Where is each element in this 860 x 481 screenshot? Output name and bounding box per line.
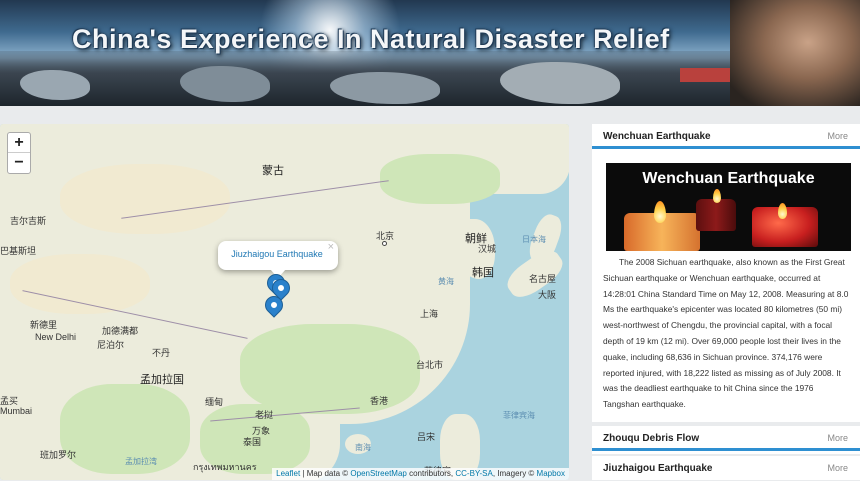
map-desert-tibet xyxy=(10,254,150,314)
map-label-hongkong: 香港 xyxy=(370,396,389,406)
map-label-luzon: 吕宋 xyxy=(417,432,436,442)
candle-image xyxy=(696,199,736,231)
candle-flame xyxy=(713,189,721,203)
banner-title: China's Experience In Natural Disaster R… xyxy=(72,24,670,54)
attrib-contrib: contributors, xyxy=(406,469,456,478)
candle-flame xyxy=(654,201,666,223)
map-label-mongolia: 蒙古 xyxy=(262,165,284,177)
osm-link[interactable]: OpenStreetMap xyxy=(350,469,406,478)
map-label-shanghai: 上海 xyxy=(420,309,439,319)
wenchuan-image-title: Wenchuan Earthquake xyxy=(642,170,815,187)
map-label-vientiane: 万象 xyxy=(252,426,271,436)
mapbox-link[interactable]: Mapbox xyxy=(537,469,565,478)
more-link[interactable]: More xyxy=(827,131,848,141)
panel-jiuzhaigou: Jiuzhaigou Earthquake More xyxy=(592,456,860,480)
map-desert xyxy=(60,164,230,234)
map-label-beijing: 北京 xyxy=(376,231,395,241)
popup-label[interactable]: Jiuzhaigou Earthquake xyxy=(218,249,336,259)
map-label-laos: 老挝 xyxy=(255,410,274,420)
map-label-bangladesh: 孟加拉国 xyxy=(140,374,184,386)
zoom-in-button[interactable]: + xyxy=(8,133,30,153)
map-label-bangalore: 班加罗尔 xyxy=(40,450,77,460)
wenchuan-image: Wenchuan Earthquake xyxy=(606,163,851,251)
map-green-south-china xyxy=(240,324,420,414)
map-label-bay-of-bengal: 孟加拉湾 xyxy=(125,457,157,466)
map-label-osaka: 大阪 xyxy=(538,290,557,300)
attrib-sep: | Map data © xyxy=(300,469,351,478)
map-label-new-delhi: New Delhi xyxy=(35,332,77,342)
panel-title: Zhouqu Debris Flow xyxy=(603,433,700,444)
map-label-delhi-cn: 新德里 xyxy=(30,320,58,330)
map-label-philippine-sea: 菲律宾海 xyxy=(503,411,535,420)
map-label-mumbai: Mumbai xyxy=(0,406,33,416)
attrib-imagery: , Imagery © xyxy=(492,469,537,478)
panel-title: Wenchuan Earthquake xyxy=(603,131,711,142)
map-label-kyrgyz: 吉尔吉斯 xyxy=(10,216,47,226)
map-popup: Jiuzhaigou Earthquake × xyxy=(218,241,338,278)
wenchuan-description: The 2008 Sichuan earthquake, also known … xyxy=(603,257,849,410)
map-label-nagoya: 名古屋 xyxy=(529,274,557,284)
header-banner: China's Experience In Natural Disaster R… xyxy=(0,0,860,106)
license-link[interactable]: CC-BY-SA xyxy=(455,469,493,478)
map-label-kathmandu: 加德满都 xyxy=(102,326,139,336)
map-label-han: 汉城 xyxy=(478,244,497,254)
panel-title: Jiuzhaigou Earthquake xyxy=(603,463,713,474)
zoom-control: + − xyxy=(7,132,31,174)
map-label-nanhai: 南海 xyxy=(355,443,371,452)
map-attribution: Leaflet | Map data © OpenStreetMap contr… xyxy=(272,468,569,480)
map-label-bhutan: 不丹 xyxy=(152,348,171,358)
candle-flame xyxy=(778,203,787,219)
map-label-myanmar: 缅甸 xyxy=(205,397,224,407)
panel-wenchuan: Wenchuan Earthquake More Wenchuan Earthq… xyxy=(592,124,860,422)
map-label-japan-sea: 日本海 xyxy=(522,235,546,244)
map-label-bangkok: กรุงเทพมหานคร xyxy=(193,462,257,472)
more-link[interactable]: More xyxy=(827,463,848,473)
map-label-pakistan: 巴基斯坦 xyxy=(0,246,37,256)
zoom-out-button[interactable]: − xyxy=(8,153,30,173)
map-green-northeast xyxy=(380,154,500,204)
leaflet-link[interactable]: Leaflet xyxy=(276,469,300,478)
map-label-taipei: 台北市 xyxy=(416,360,444,370)
panel-header: Zhouqu Debris Flow More xyxy=(592,426,860,451)
panel-header: Wenchuan Earthquake More xyxy=(592,124,860,149)
panel-zhouqu: Zhouqu Debris Flow More xyxy=(592,426,860,454)
map-label-korea-south: 韩国 xyxy=(472,267,494,279)
map-label-yellow-sea: 黄海 xyxy=(438,277,454,286)
popup-close-button[interactable]: × xyxy=(328,241,334,253)
map-city-dot xyxy=(382,241,387,246)
map-label-nepal: 尼泊尔 xyxy=(97,340,125,350)
panel-header: Jiuzhaigou Earthquake More xyxy=(592,456,860,481)
map-container[interactable]: 蒙古 北京 朝鲜 汉城 韩国 日本海 黄海 名古屋 大阪 上海 台北市 香港 南… xyxy=(0,124,569,480)
more-link[interactable]: More xyxy=(827,433,848,443)
